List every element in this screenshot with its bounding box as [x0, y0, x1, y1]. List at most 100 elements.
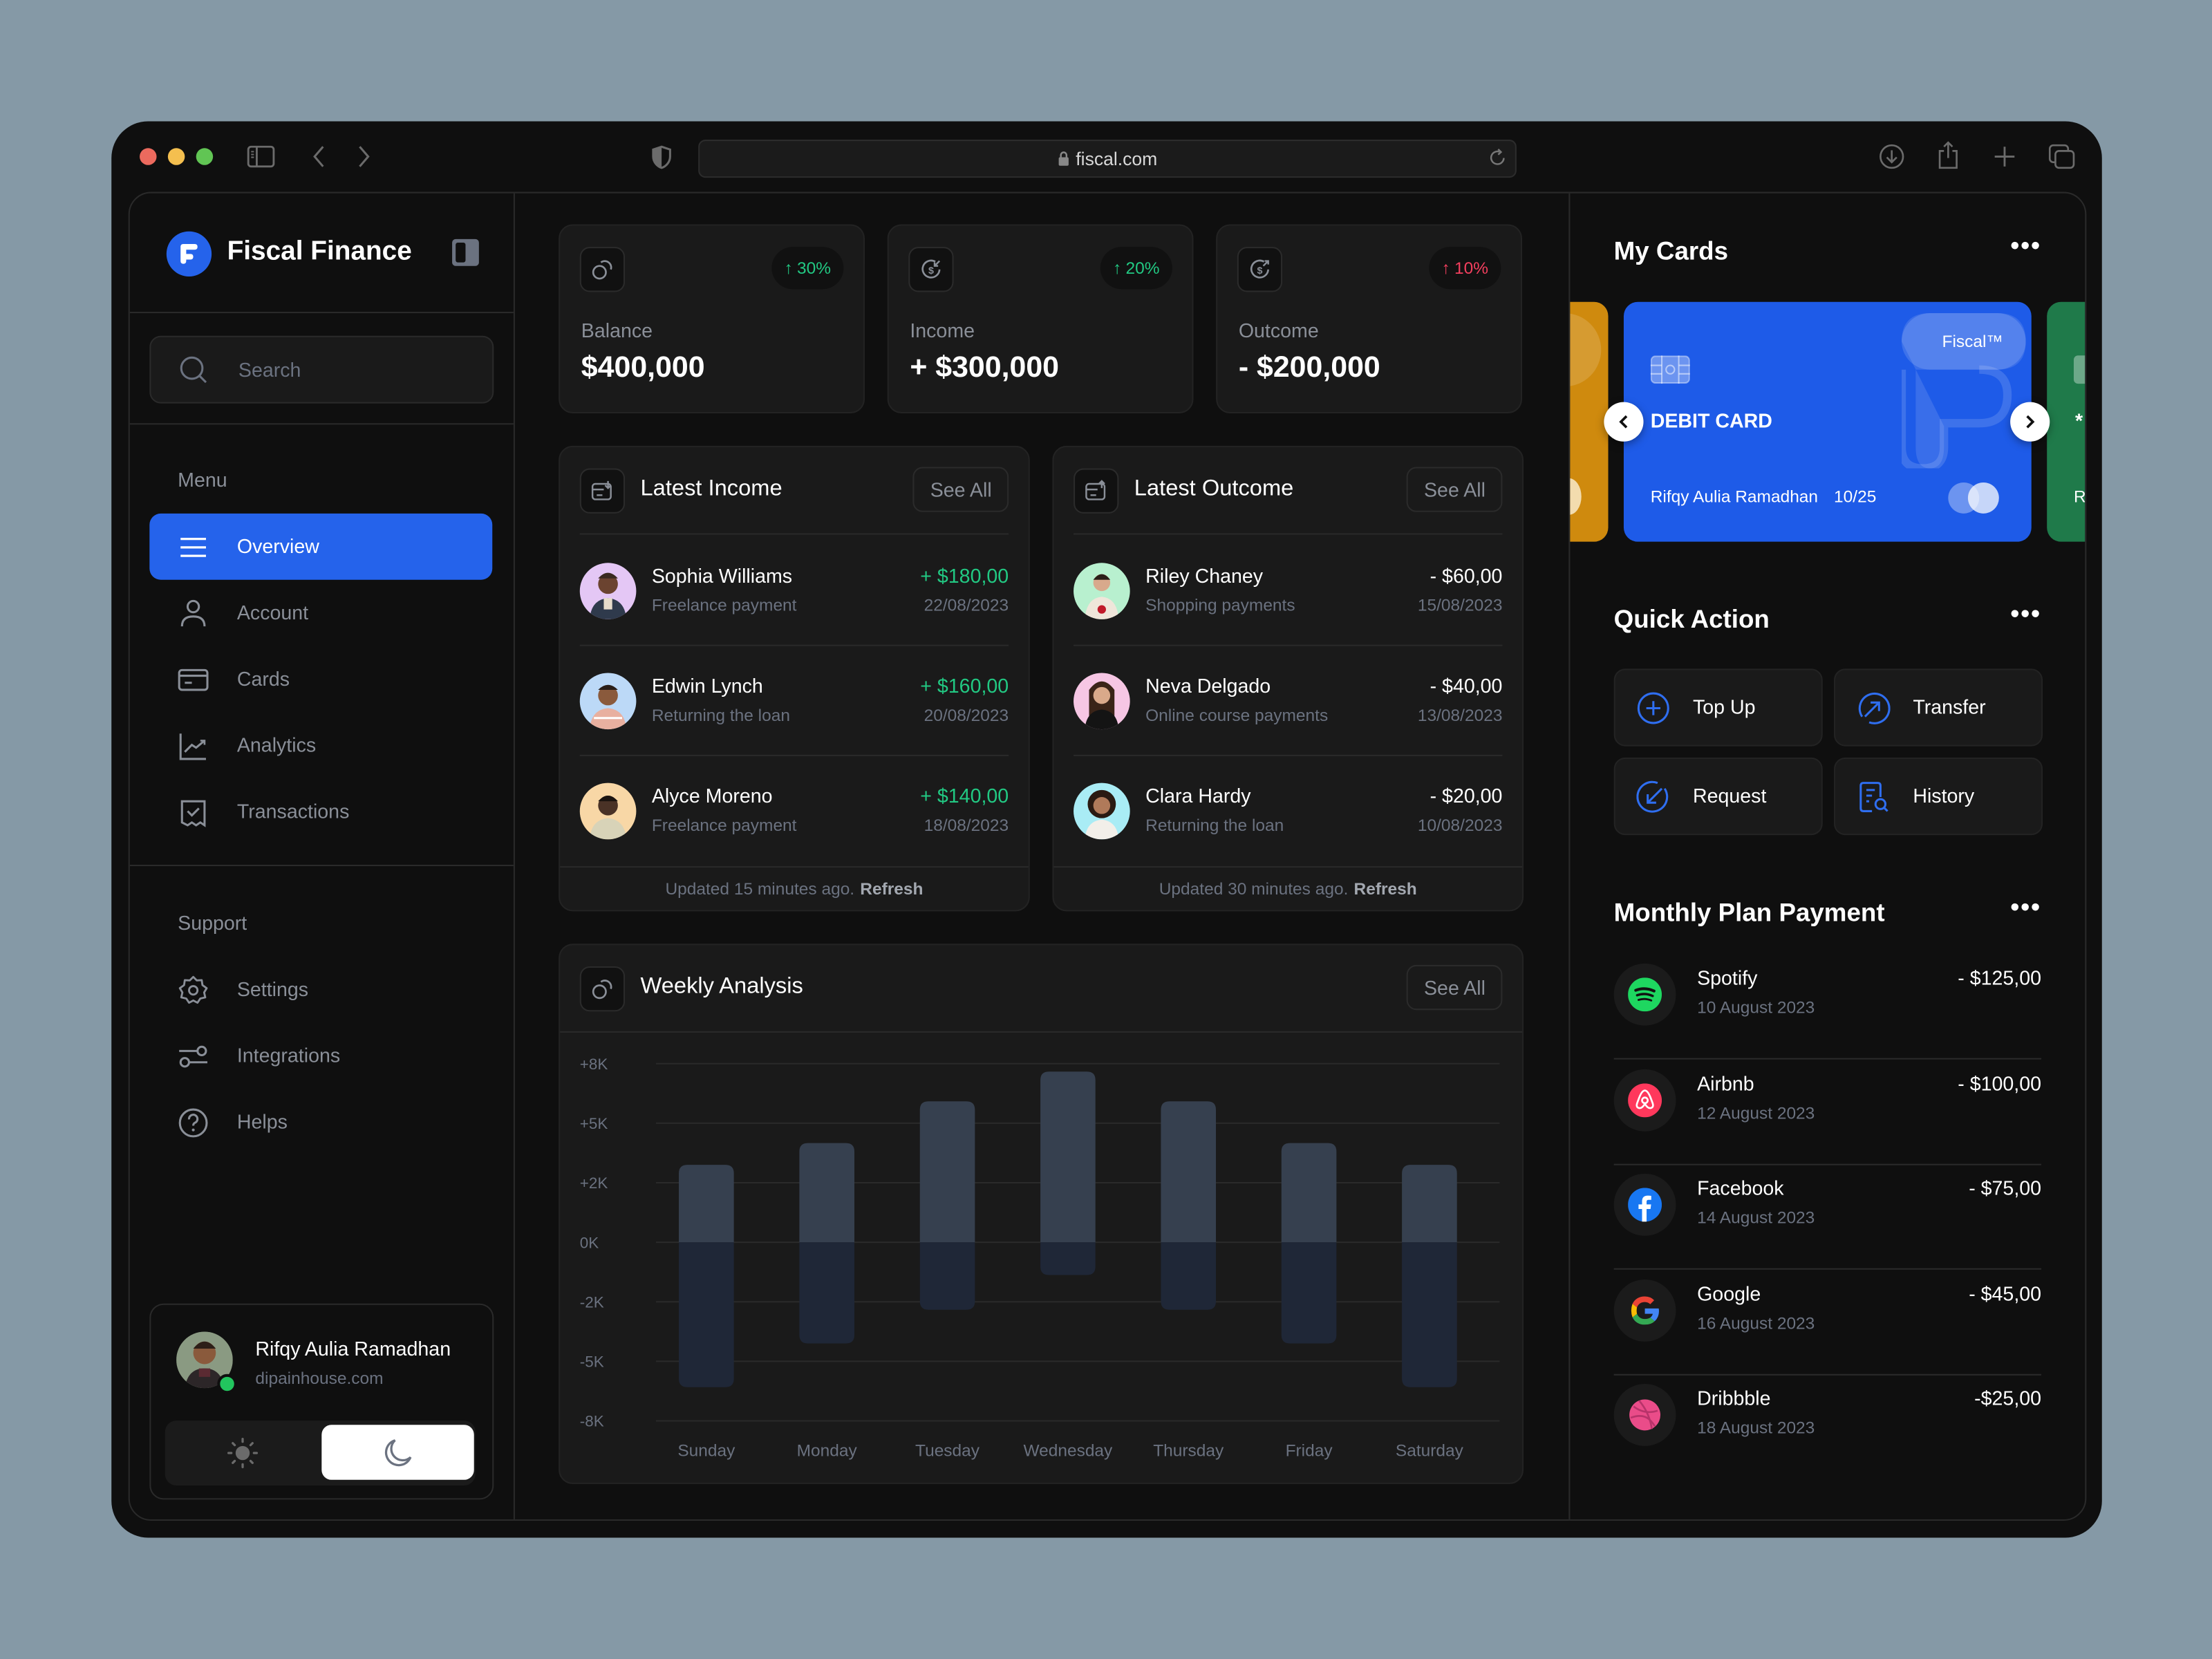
help-circle-icon: [178, 1107, 209, 1138]
stat-value: - $200,000: [1238, 351, 1380, 384]
stat-card-balance: ↑ 30% Balance $400,000: [559, 224, 865, 413]
reload-icon[interactable]: [1488, 148, 1507, 168]
menu-section-label: Menu: [178, 468, 227, 491]
income-row[interactable]: Edwin Lynch Returning the loan + $160,00…: [579, 645, 1009, 755]
see-all-button[interactable]: See All: [1407, 467, 1503, 512]
payment-row[interactable]: Spotify 10 August 2023 - $125,00: [1613, 955, 2042, 1060]
search-input[interactable]: Search: [149, 335, 494, 404]
sidebar-item-account[interactable]: Account: [149, 580, 492, 646]
minimize-window-button[interactable]: [167, 148, 185, 165]
payment-date: 18 August 2023: [1697, 1418, 1815, 1438]
brand-name: Fiscal Finance: [227, 236, 412, 267]
sidebar-item-integrations[interactable]: Integrations: [149, 1023, 492, 1089]
income-row[interactable]: Sophia Williams Freelance payment + $180…: [579, 534, 1009, 644]
sidebar-item-helps[interactable]: Helps: [149, 1089, 492, 1155]
card-next[interactable]: * R: [2047, 301, 2086, 542]
arrow-up-right-circle-icon: [1857, 691, 1891, 725]
coins-icon: [579, 247, 626, 292]
chevron-left-icon: [1618, 415, 1629, 429]
outcome-row[interactable]: Neva Delgado Online course payments - $4…: [1074, 645, 1502, 755]
more-options-icon[interactable]: •••: [2010, 232, 2041, 261]
sidebar-item-analytics[interactable]: Analytics: [149, 713, 492, 779]
card-out-icon: [1074, 468, 1119, 514]
collapse-sidebar-icon[interactable]: [451, 238, 480, 267]
avatar: [1074, 673, 1130, 730]
maximize-window-button[interactable]: [196, 148, 214, 165]
x-tick-label: Saturday: [1396, 1442, 1464, 1461]
change-badge: ↑ 10%: [1429, 247, 1501, 290]
download-icon[interactable]: [1879, 144, 1904, 169]
amount: + $140,00: [920, 784, 1009, 807]
arrow-down-left-circle-icon: [1636, 780, 1670, 814]
card-previous[interactable]: [1570, 301, 1609, 542]
refresh-link[interactable]: Refresh: [860, 879, 923, 899]
avatar: [579, 782, 637, 840]
panel-footer: Updated 15 minutes ago. Refresh: [560, 866, 1029, 910]
shield-icon[interactable]: [652, 145, 672, 169]
transfer-button[interactable]: Transfer: [1834, 668, 2043, 747]
theme-toggle[interactable]: [165, 1421, 476, 1485]
panel-title: Latest Income: [640, 476, 782, 501]
bar-outcome: [799, 1242, 854, 1344]
carousel-prev-button[interactable]: [1604, 402, 1644, 442]
light-mode-button[interactable]: [165, 1421, 320, 1485]
sidebar-item-label: Overview: [236, 534, 319, 558]
back-icon[interactable]: [312, 145, 326, 168]
x-tick-label: Monday: [797, 1442, 858, 1461]
refresh-link[interactable]: Refresh: [1354, 879, 1417, 899]
x-tick-label: Sunday: [677, 1442, 735, 1461]
payment-desc: Shopping payments: [1145, 595, 1295, 615]
income-row[interactable]: Alyce Moreno Freelance payment + $140,00…: [579, 755, 1009, 865]
chevron-right-icon: [2025, 415, 2036, 429]
outcome-row[interactable]: Clara Hardy Returning the loan - $20,00 …: [1074, 755, 1502, 865]
sidebar-item-settings[interactable]: Settings: [149, 957, 492, 1023]
section-title: Monthly Plan Payment: [1613, 898, 1885, 927]
debit-card[interactable]: Fiscal™ DEBIT CARD Rifqy Aulia Ramadhan …: [1623, 301, 2032, 542]
see-all-button[interactable]: See All: [1407, 964, 1503, 1011]
bar-income: [1281, 1143, 1337, 1243]
section-title: Quick Action: [1613, 605, 1770, 634]
sidebar-item-label: Settings: [236, 977, 309, 1000]
payment-row[interactable]: Dribbble 18 August 2023 -$25,00: [1613, 1376, 2041, 1480]
forward-icon[interactable]: [357, 145, 371, 168]
card-masked-number: *: [2075, 409, 2083, 432]
payment-date: 12 August 2023: [1697, 1103, 1815, 1123]
carousel-next-button[interactable]: [2010, 402, 2050, 442]
request-button[interactable]: Request: [1613, 757, 1823, 836]
share-icon[interactable]: [1937, 141, 1960, 169]
tabs-overview-icon[interactable]: [2048, 144, 2075, 169]
payment-row[interactable]: Airbnb 12 August 2023 - $100,00: [1613, 1061, 2042, 1165]
payment-row[interactable]: Google 16 August 2023 - $45,00: [1613, 1271, 2042, 1376]
x-tick-label: Tuesday: [915, 1442, 980, 1461]
dark-mode-button[interactable]: [321, 1425, 474, 1480]
sidebar-item-label: Analytics: [236, 733, 317, 756]
merchant-name: Spotify: [1697, 966, 1758, 989]
close-window-button[interactable]: [140, 148, 157, 165]
new-tab-icon[interactable]: [1994, 145, 2016, 168]
change-badge: ↑ 20%: [1100, 247, 1172, 290]
amount: - $45,00: [1969, 1282, 2042, 1305]
divider: [129, 312, 514, 314]
see-all-button[interactable]: See All: [913, 467, 1009, 512]
sidebar-item-overview[interactable]: Overview: [149, 513, 493, 580]
address-bar[interactable]: fiscal.com: [698, 140, 1517, 178]
payment-row[interactable]: Facebook 14 August 2023 - $75,00: [1613, 1165, 2042, 1270]
sidebar-item-transactions[interactable]: Transactions: [149, 779, 492, 845]
divider: [129, 423, 514, 425]
outcome-row[interactable]: Riley Chaney Shopping payments - $60,00 …: [1074, 534, 1502, 644]
more-options-icon[interactable]: •••: [2010, 893, 2041, 923]
sidebar-toggle-icon[interactable]: [247, 145, 275, 168]
amount: + $160,00: [920, 674, 1009, 697]
date: 10/08/2023: [1417, 815, 1503, 836]
latest-outcome-panel: Latest Outcome See All Riley Chaney Shop…: [1052, 445, 1524, 912]
history-button[interactable]: History: [1834, 757, 2043, 836]
sidebar-item-cards[interactable]: Cards: [149, 646, 492, 713]
user-name: Rifqy Aulia Ramadhan: [255, 1337, 451, 1360]
avatar: [1074, 782, 1130, 840]
more-options-icon[interactable]: •••: [2010, 599, 2041, 629]
bar-income: [1402, 1165, 1457, 1243]
credit-card-icon: [178, 664, 209, 695]
card-type: DEBIT CARD: [1650, 409, 1772, 432]
y-tick-label: -5K: [580, 1353, 604, 1371]
top-up-button[interactable]: Top Up: [1613, 668, 1823, 747]
